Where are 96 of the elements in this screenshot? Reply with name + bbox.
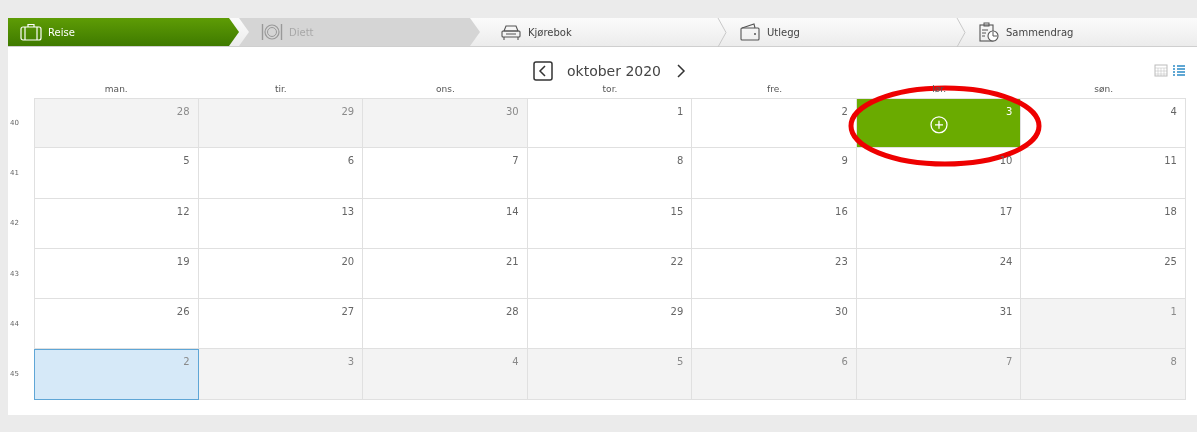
day-number: 30 xyxy=(505,106,519,117)
day-number: 6 xyxy=(841,356,848,368)
day-cell[interactable]: 8 xyxy=(1021,349,1186,400)
day-cell[interactable]: 4 xyxy=(363,349,528,400)
weekday-label: søn. xyxy=(1094,84,1114,94)
day-number: 8 xyxy=(1170,356,1177,368)
day-number: 5 xyxy=(183,155,190,167)
day-number: 20 xyxy=(341,255,355,267)
step-tab[interactable]: Reise xyxy=(8,18,239,46)
day-cell[interactable]: 3 xyxy=(198,349,364,400)
day-number: 8 xyxy=(676,155,684,167)
day-number: 18 xyxy=(1164,205,1177,217)
day-cell[interactable]: 11 xyxy=(1021,148,1186,199)
day-number: 9 xyxy=(841,155,848,167)
day-number: 28 xyxy=(505,306,519,318)
day-number: 29 xyxy=(670,306,684,318)
day-cell[interactable]: 13 xyxy=(198,198,364,249)
day-cell[interactable]: 20 xyxy=(198,248,364,300)
day-number: 16 xyxy=(835,205,848,217)
day-number: 11 xyxy=(1164,155,1177,167)
day-number: 3 xyxy=(347,356,355,368)
day-cell[interactable]: 5 xyxy=(34,148,199,199)
calendar-view-icon[interactable] xyxy=(1154,63,1168,77)
day-number: 14 xyxy=(505,205,519,217)
day-cell[interactable]: 23 xyxy=(692,248,857,300)
step-tab[interactable]: Utlegg xyxy=(719,18,958,46)
clipboard-chart-icon xyxy=(978,22,1000,42)
day-number: 21 xyxy=(505,255,519,267)
day-number: 27 xyxy=(341,306,355,318)
day-number: 2 xyxy=(183,356,190,368)
suitcase-icon xyxy=(20,23,42,41)
wallet-icon xyxy=(739,23,761,41)
day-number: 7 xyxy=(1006,356,1013,368)
day-cell[interactable]: 22 xyxy=(527,248,693,300)
day-cell[interactable]: 1 xyxy=(527,98,693,149)
day-cell[interactable]: 7 xyxy=(856,349,1022,400)
day-number: 4 xyxy=(1170,106,1177,117)
day-number: 2 xyxy=(841,106,848,117)
day-number: 31 xyxy=(999,306,1013,318)
car-icon xyxy=(500,23,522,41)
day-number: 3 xyxy=(1006,106,1013,117)
day-cell[interactable]: 6 xyxy=(198,148,364,199)
weekday-label: tir. xyxy=(274,84,287,94)
day-number: 24 xyxy=(999,255,1013,267)
day-number: 30 xyxy=(835,306,848,318)
weekday-label: fre. xyxy=(767,84,783,94)
day-cell[interactable]: 29 xyxy=(198,98,364,149)
weekday-label: man. xyxy=(104,84,128,94)
day-cell[interactable]: 17 xyxy=(856,198,1022,249)
day-cell[interactable]: 7 xyxy=(363,148,528,199)
day-number: 19 xyxy=(176,255,190,267)
month-title: oktober 2020 xyxy=(566,61,662,81)
day-cell[interactable]: 24 xyxy=(856,248,1022,300)
day-number: 29 xyxy=(341,106,355,117)
plate-icon xyxy=(261,23,283,41)
weekday-label: tor. xyxy=(602,84,618,94)
day-number: 10 xyxy=(999,155,1013,167)
day-number: 4 xyxy=(512,356,519,368)
day-cell[interactable]: 19 xyxy=(34,248,199,300)
day-cell[interactable]: 30 xyxy=(363,98,528,149)
day-number: 5 xyxy=(676,356,684,368)
day-number: 28 xyxy=(176,106,190,117)
step-tab[interactable]: Kjørebok xyxy=(480,18,719,46)
day-cell[interactable]: 5 xyxy=(527,349,693,400)
next-button[interactable] xyxy=(675,63,688,79)
day-number: 22 xyxy=(670,255,684,267)
day-cell[interactable]: 18 xyxy=(1021,198,1186,249)
day-number: 1 xyxy=(1170,306,1177,318)
previous-button[interactable] xyxy=(532,61,553,81)
day-cell[interactable]: 12 xyxy=(34,198,199,249)
day-number: 23 xyxy=(835,255,848,267)
day-number: 12 xyxy=(176,205,190,217)
add-icon[interactable] xyxy=(929,115,948,134)
day-number: 25 xyxy=(1164,255,1177,267)
day-cell[interactable]: 9 xyxy=(692,148,857,199)
step-tab[interactable]: Sammendrag xyxy=(958,18,1197,46)
day-number: 7 xyxy=(512,155,519,167)
weekday-label: ons. xyxy=(436,84,455,94)
day-cell[interactable]: 4 xyxy=(1021,98,1186,149)
day-cell[interactable]: 28 xyxy=(34,98,199,149)
day-number: 13 xyxy=(341,205,355,217)
day-cell[interactable]: 16 xyxy=(692,198,857,249)
list-view-icon[interactable] xyxy=(1172,63,1186,77)
day-cell[interactable]: 14 xyxy=(363,198,528,249)
day-cell[interactable]: 6 xyxy=(692,349,857,400)
day-cell[interactable]: 15 xyxy=(527,198,693,249)
day-number: 6 xyxy=(347,155,355,167)
day-cell[interactable]: 8 xyxy=(527,148,693,199)
day-number: 1 xyxy=(676,106,684,117)
day-number: 26 xyxy=(176,306,190,318)
day-cell[interactable]: 2 xyxy=(692,98,857,149)
day-cell[interactable]: 10 xyxy=(856,148,1022,199)
day-number: 15 xyxy=(670,205,684,217)
day-cell[interactable]: 1 xyxy=(1021,299,1186,350)
day-number: 17 xyxy=(999,205,1013,217)
day-cell[interactable]: 21 xyxy=(363,248,528,300)
